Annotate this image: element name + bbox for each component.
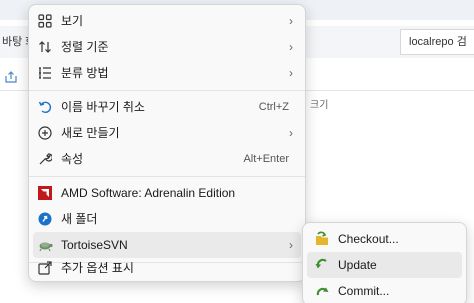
context-menu: 보기 › 정렬 기준 › 분류 방법 › 이름 바꾸기 취소 Ctrl+Z 새로…	[28, 4, 306, 282]
chevron-right-icon: ›	[289, 40, 293, 54]
group-icon	[37, 65, 53, 81]
submenu-item-label: Checkout...	[338, 232, 399, 246]
tortoisesvn-submenu: Checkout... Update Commit...	[302, 222, 467, 303]
checkout-icon	[314, 231, 330, 247]
menu-item-label: 새 폴더	[61, 212, 98, 226]
menu-item-label: 이름 바꾸기 취소	[61, 100, 145, 114]
add-icon	[37, 125, 53, 141]
menu-divider	[29, 90, 305, 91]
menu-item-label: 분류 방법	[61, 66, 109, 80]
menu-item-amd-software[interactable]: AMD Software: Adrenalin Edition	[33, 180, 301, 206]
submenu-item-label: Update	[338, 258, 377, 272]
menu-divider	[29, 176, 305, 177]
commit-icon	[314, 283, 330, 299]
menu-item-label: 속성	[61, 152, 84, 166]
sort-icon	[37, 39, 53, 55]
menu-item-new[interactable]: 새로 만들기 ›	[33, 120, 301, 146]
menu-item-label: 보기	[61, 14, 84, 28]
menu-item-undo-rename[interactable]: 이름 바꾸기 취소 Ctrl+Z	[33, 94, 301, 120]
share-toolbar-icon[interactable]	[4, 70, 18, 84]
menu-item-show-more-options[interactable]: 추가 옵션 표시	[33, 255, 301, 281]
menu-item-label: 새로 만들기	[61, 126, 120, 140]
update-icon	[314, 257, 330, 273]
menu-item-sort-by[interactable]: 정렬 기준 ›	[33, 34, 301, 60]
chevron-right-icon: ›	[289, 66, 293, 80]
chevron-right-icon: ›	[289, 14, 293, 28]
chevron-right-icon: ›	[289, 126, 293, 140]
submenu-item-update[interactable]: Update	[307, 252, 462, 278]
search-input[interactable]: localrepo 검	[400, 29, 474, 55]
submenu-item-label: Commit...	[338, 284, 390, 298]
share-icon	[37, 260, 53, 276]
submenu-item-checkout[interactable]: Checkout...	[307, 226, 462, 252]
menu-item-label: 추가 옵션 표시	[61, 261, 134, 275]
menu-item-label: 정렬 기준	[61, 40, 109, 54]
grid-icon	[37, 13, 53, 29]
amd-logo-icon	[37, 185, 53, 201]
shortcut-text: Alt+Enter	[243, 153, 289, 165]
menu-item-new-folder[interactable]: 새 폴더	[33, 206, 301, 232]
column-header-size[interactable]: 크기	[310, 96, 350, 111]
menu-item-label: AMD Software: Adrenalin Edition	[61, 186, 236, 200]
menu-item-group-by[interactable]: 분류 방법 ›	[33, 60, 301, 86]
menu-item-properties[interactable]: 속성 Alt+Enter	[33, 146, 301, 172]
new-folder-icon	[37, 211, 53, 227]
wrench-icon	[37, 151, 53, 167]
tortoise-icon	[37, 237, 53, 253]
undo-icon	[37, 99, 53, 115]
shortcut-text: Ctrl+Z	[258, 101, 289, 113]
submenu-item-commit[interactable]: Commit...	[307, 278, 462, 303]
menu-item-view[interactable]: 보기 ›	[33, 8, 301, 34]
